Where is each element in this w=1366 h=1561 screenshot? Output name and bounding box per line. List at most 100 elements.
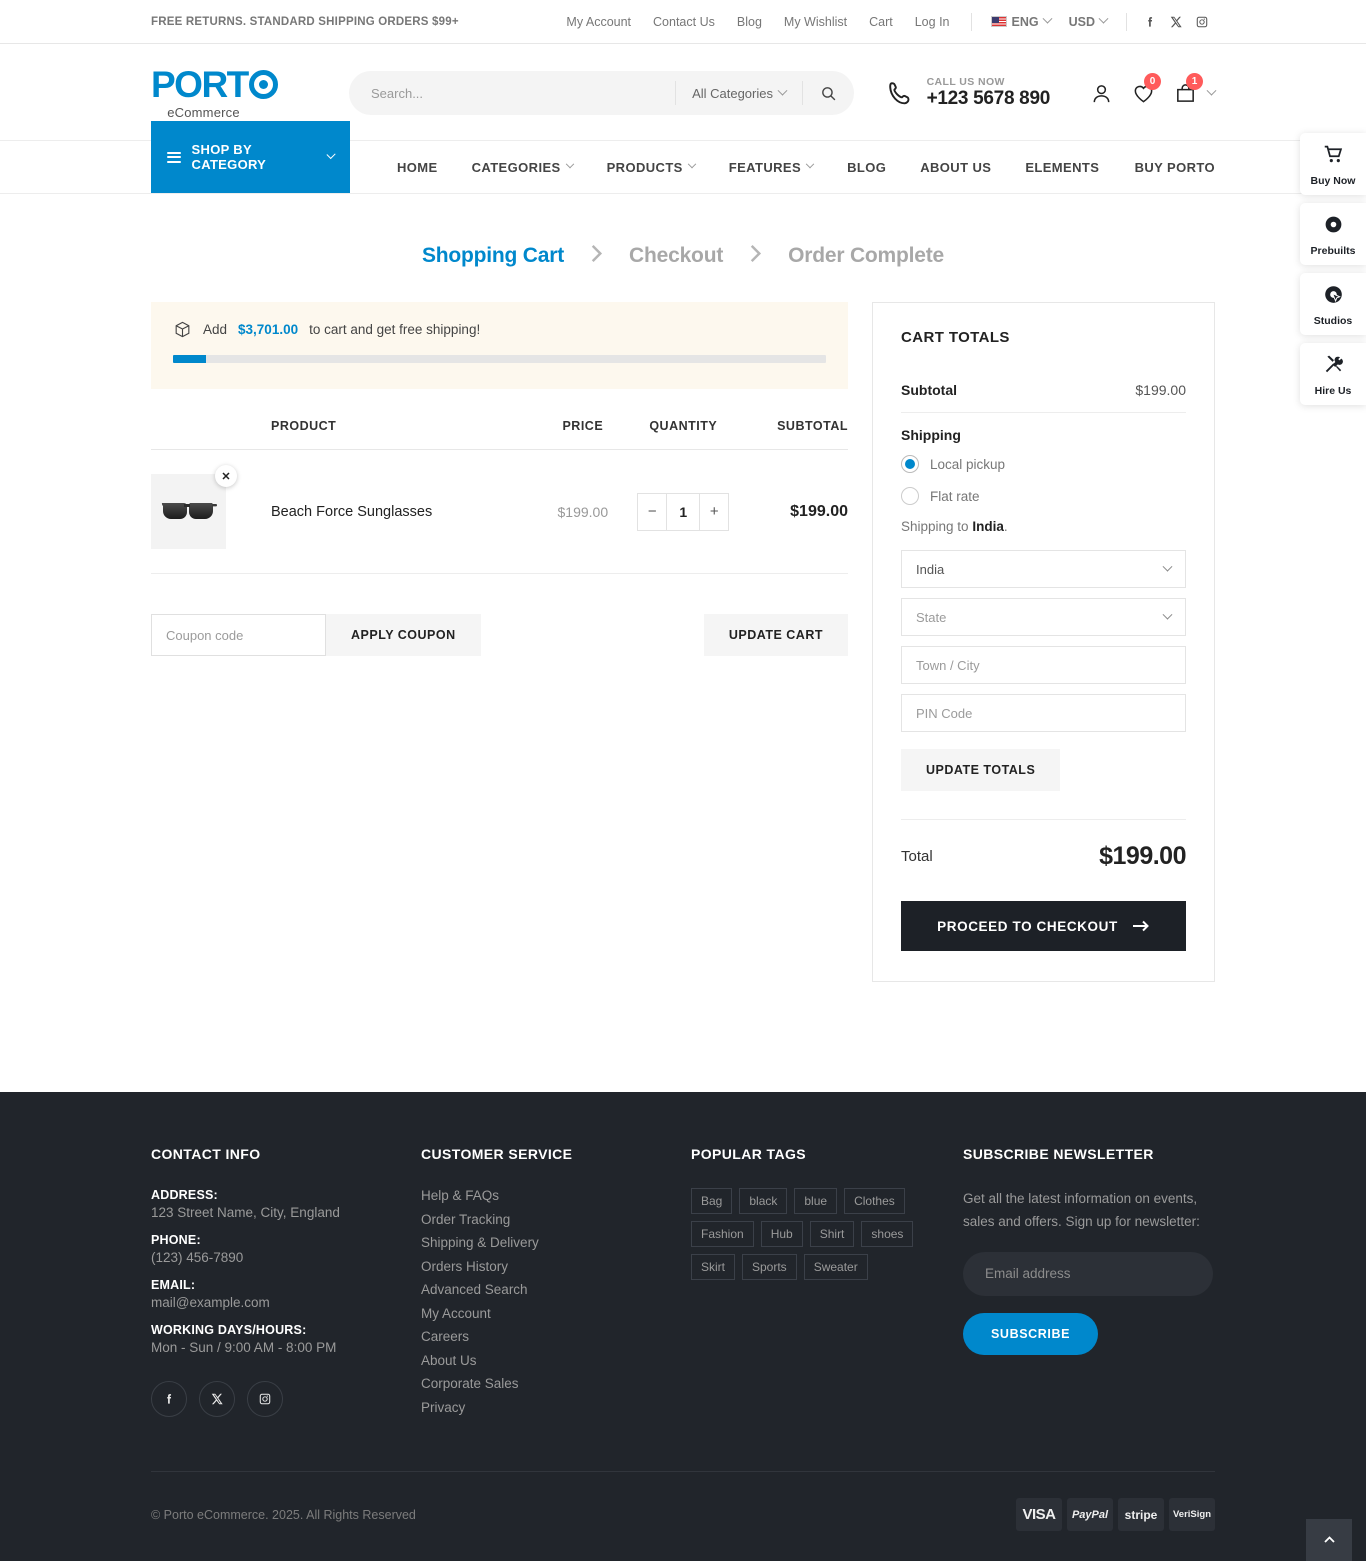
newsletter-email-input[interactable] (963, 1251, 1213, 1296)
topbar-link-my-wishlist[interactable]: My Wishlist (773, 15, 858, 29)
quantity-value[interactable]: 1 (666, 493, 701, 530)
shipping-option-local-pickup[interactable]: Local pickup (901, 455, 1186, 473)
logo[interactable]: PORT eCommerce (151, 66, 341, 120)
topbar-link-contact-us[interactable]: Contact Us (642, 15, 726, 29)
country-select[interactable]: India (901, 550, 1186, 588)
quantity-decrease-button[interactable]: − (638, 493, 667, 530)
topbar-link-blog[interactable]: Blog (726, 15, 773, 29)
nav-label: BLOG (847, 159, 887, 175)
update-cart-button[interactable]: UPDATE CART (703, 614, 848, 656)
x-twitter-icon[interactable] (1163, 9, 1189, 35)
topbar-link-cart[interactable]: Cart (858, 15, 904, 29)
footer-link-shipping-delivery[interactable]: Shipping & Delivery (421, 1235, 691, 1250)
side-item-prebuilts[interactable]: Prebuilts (1300, 203, 1366, 265)
subscribe-button[interactable]: SUBSCRIBE (963, 1312, 1099, 1355)
facebook-icon[interactable] (1137, 9, 1163, 35)
buy-porto-button[interactable]: BUY PORTO (1135, 141, 1215, 193)
footer-contact-info: CONTACT INFO ADDRESS: 123 Street Name, C… (151, 1146, 421, 1423)
state-select[interactable]: State (901, 598, 1186, 636)
cart-button[interactable]: 1 (1164, 73, 1206, 110)
side-item-hire-us[interactable]: Hire Us (1300, 343, 1366, 405)
update-totals-button[interactable]: UPDATE TOTALS (901, 749, 1061, 791)
x-twitter-icon[interactable] (199, 1381, 235, 1417)
step-order-complete[interactable]: Order Complete (788, 244, 944, 268)
scroll-to-top-button[interactable] (1306, 1519, 1352, 1561)
tag-bag[interactable]: Bag (691, 1188, 733, 1214)
footer-link-corporate-sales[interactable]: Corporate Sales (421, 1376, 691, 1391)
arrow-up-icon (1323, 1535, 1335, 1543)
search-submit-button[interactable] (802, 81, 854, 105)
chevron-down-icon (1098, 13, 1109, 24)
wishlist-button[interactable]: 0 (1122, 73, 1164, 110)
quantity-increase-button[interactable]: + (700, 493, 729, 530)
topbar-link-log-in[interactable]: Log In (904, 15, 961, 29)
city-input[interactable] (916, 657, 1171, 673)
footer-columns: CONTACT INFO ADDRESS: 123 Street Name, C… (151, 1146, 1215, 1423)
city-field[interactable] (901, 646, 1186, 684)
search-category-selector[interactable]: All Categories (675, 81, 802, 105)
chevron-down-icon[interactable] (1206, 85, 1217, 96)
tag-hub[interactable]: Hub (760, 1221, 803, 1247)
step-shopping-cart[interactable]: Shopping Cart (422, 244, 564, 268)
coupon-input[interactable] (151, 614, 326, 656)
footer-link-careers[interactable]: Careers (421, 1329, 691, 1344)
footer-link-privacy[interactable]: Privacy (421, 1400, 691, 1415)
coupon-row: APPLY COUPON UPDATE CART (151, 614, 848, 656)
quantity-cell: − 1 + (618, 449, 749, 574)
footer-link-orders-history[interactable]: Orders History (421, 1259, 691, 1274)
tag-sports[interactable]: Sports (742, 1254, 797, 1280)
phone-icon (888, 81, 910, 104)
proceed-to-checkout-button[interactable]: PROCEED TO CHECKOUT (901, 901, 1186, 951)
shop-by-category-button[interactable]: SHOP BY CATEGORY (151, 121, 350, 193)
pin-code-field[interactable] (901, 694, 1186, 732)
shop-by-category-label: SHOP BY CATEGORY (191, 142, 267, 172)
instagram-icon[interactable] (1189, 9, 1215, 35)
tag-skirt[interactable]: Skirt (691, 1254, 735, 1280)
topbar-link-my-account[interactable]: My Account (555, 15, 642, 29)
quantity-stepper: − 1 + (637, 492, 730, 531)
footer-link-order-tracking[interactable]: Order Tracking (421, 1212, 691, 1227)
free-shipping-suffix: to cart and get free shipping! (309, 322, 481, 337)
tag-clothes[interactable]: Clothes (844, 1188, 905, 1214)
tag-shoes[interactable]: shoes (861, 1221, 914, 1247)
language-selector[interactable]: ENG (982, 13, 1060, 29)
instagram-icon[interactable] (247, 1381, 283, 1417)
column-header-product: PRODUCT (151, 419, 548, 450)
side-item-studios[interactable]: Studios (1300, 273, 1366, 335)
copyright-text: © Porto eCommerce. 2025. All Rights Rese… (151, 1507, 416, 1522)
nav-item-categories[interactable]: CATEGORIES (455, 160, 590, 175)
footer-link-help-faqs[interactable]: Help & FAQs (421, 1188, 691, 1203)
pin-code-input[interactable] (916, 705, 1171, 721)
tag-fashion[interactable]: Fashion (691, 1221, 754, 1247)
nav-item-blog[interactable]: BLOG (830, 160, 903, 175)
product-thumbnail[interactable] (151, 474, 226, 549)
shipping-option-flat-rate[interactable]: Flat rate (901, 487, 1186, 505)
column-header-quantity: QUANTITY (618, 419, 749, 450)
side-item-buy-now[interactable]: Buy Now (1300, 133, 1366, 195)
radio-icon[interactable] (901, 487, 919, 505)
footer-link-advanced-search[interactable]: Advanced Search (421, 1282, 691, 1297)
chevron-down-icon (1162, 609, 1173, 620)
currency-selector[interactable]: USD (1060, 13, 1116, 29)
remove-item-button[interactable]: ✕ (215, 465, 237, 487)
tag-black[interactable]: black (739, 1188, 788, 1214)
tag-blue[interactable]: blue (794, 1188, 838, 1214)
search-input[interactable] (349, 71, 676, 115)
tag-sweater[interactable]: Sweater (803, 1254, 868, 1280)
footer-link-about-us[interactable]: About Us (421, 1353, 691, 1368)
footer-link-my-account[interactable]: My Account (421, 1306, 691, 1321)
footer-section-title: CONTACT INFO (151, 1146, 261, 1162)
step-checkout[interactable]: Checkout (629, 244, 723, 268)
tag-shirt[interactable]: Shirt (809, 1221, 855, 1247)
product-name[interactable]: Beach Force Sunglasses (271, 504, 432, 520)
nav-item-features[interactable]: FEATURES (712, 160, 830, 175)
nav-item-about-us[interactable]: ABOUT US (903, 160, 1008, 175)
apply-coupon-button[interactable]: APPLY COUPON (326, 614, 481, 656)
nav-item-products[interactable]: PRODUCTS (590, 160, 712, 175)
radio-icon-selected[interactable] (901, 455, 919, 473)
facebook-icon[interactable] (151, 1381, 187, 1417)
package-icon (175, 321, 190, 338)
nav-item-home[interactable]: HOME (380, 160, 455, 175)
account-button[interactable] (1080, 76, 1122, 110)
nav-item-elements[interactable]: ELEMENTS (1008, 160, 1116, 175)
